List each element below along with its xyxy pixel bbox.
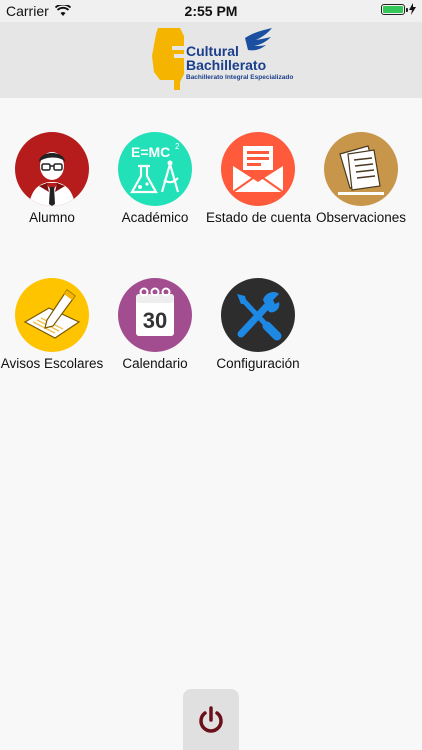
menu-item-observaciones[interactable]: Observaciones [309,132,413,225]
logo-subtitle: Bachillerato Integral Especializado [186,74,294,81]
menu-item-alumno[interactable]: Alumno [0,132,104,225]
menu-item-label: Avisos Escolares [0,356,104,371]
science-icon: E=MC 2 [118,132,192,206]
logout-button[interactable] [183,689,239,750]
status-bar: Carrier 2:55 PM [0,0,422,22]
svg-text:2: 2 [175,142,180,151]
battery-fill [383,5,403,13]
notes-icon [324,132,398,206]
menu-item-label: Alumno [29,210,75,225]
tools-icon [221,278,295,352]
battery-icon [381,3,408,15]
menu-item-label: Académico [121,210,189,225]
menu-item-academico[interactable]: E=MC 2 Académico [103,132,207,225]
pencil-paper-icon [15,278,89,352]
menu-item-label: Configuración [216,356,300,371]
logo-line1: Cultural [186,43,239,59]
status-time: 2:55 PM [184,3,238,19]
envelope-icon [221,132,295,206]
menu-item-calendario[interactable]: 30 Calendario [103,278,207,371]
menu-item-estado-de-cuenta[interactable]: Estado de cuenta [206,132,312,225]
logo-title: Cultural Bachillerato [186,44,266,72]
menu-item-avisos-escolares[interactable]: Avisos Escolares [0,278,104,371]
logo-line2: Bachillerato [186,57,267,73]
app-logo: Cultural Bachillerato Bachillerato Integ… [150,24,293,92]
menu-item-label: Estado de cuenta [206,210,312,225]
menu-item-label: Observaciones [315,210,407,225]
status-right [381,3,416,15]
calendar-day: 30 [143,308,167,333]
menu-item-configuracion[interactable]: Configuración [206,278,310,371]
charging-icon [409,3,416,15]
svg-text:E=MC: E=MC [131,144,170,160]
app-header: Cultural Bachillerato Bachillerato Integ… [0,22,422,98]
power-icon [199,705,223,733]
menu-item-label: Calendario [122,356,188,371]
student-icon [15,132,89,206]
calendar-icon: 30 [118,278,192,352]
